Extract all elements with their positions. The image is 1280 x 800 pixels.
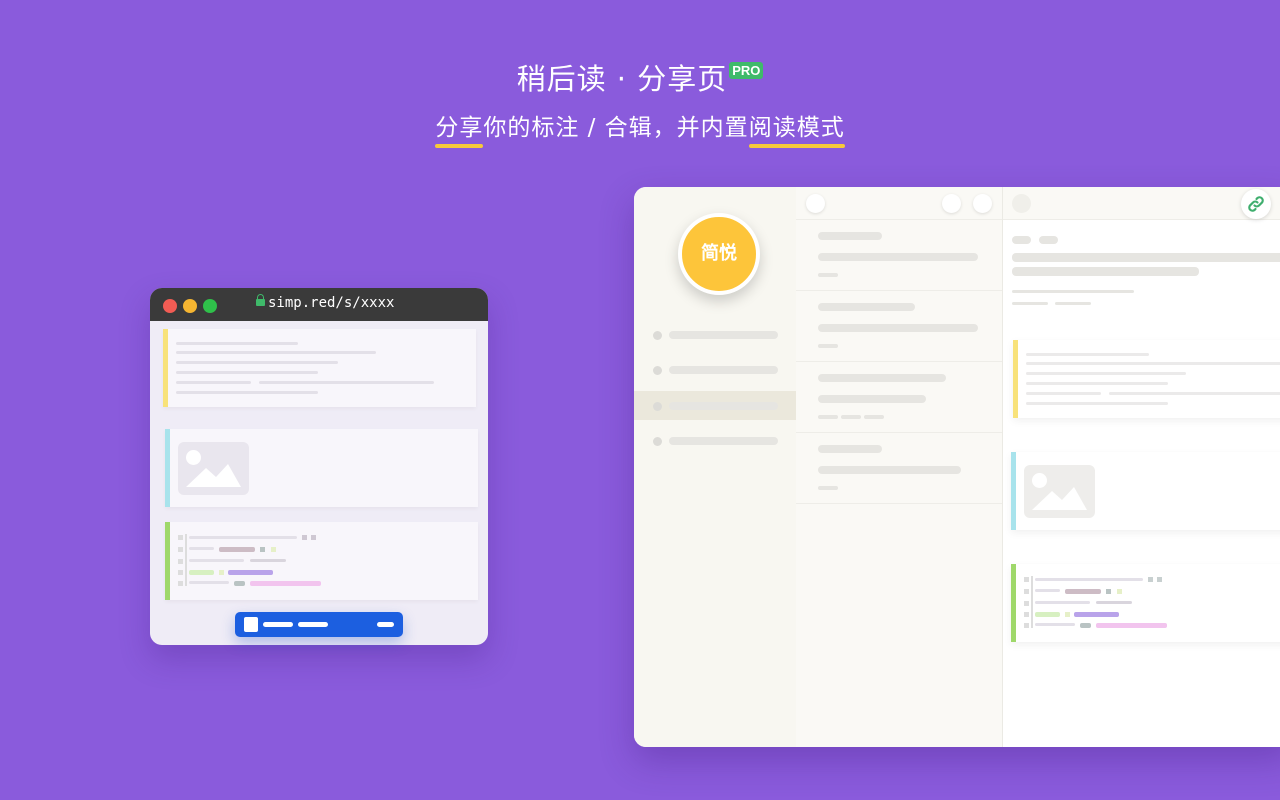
title-text: 稍后读 · 分享页 bbox=[516, 62, 728, 96]
subtitle-reading-mode: 阅读模式 bbox=[748, 115, 845, 141]
minimize-dot-icon bbox=[183, 299, 197, 313]
share-page-browser-mockup: simp.red/s/xxxx bbox=[150, 288, 488, 645]
image-annotation-card bbox=[165, 429, 478, 507]
reader-image-annotation bbox=[1011, 452, 1280, 530]
reader-text-annotation bbox=[1013, 340, 1280, 418]
image-placeholder-icon bbox=[178, 442, 249, 495]
code-annotation-card bbox=[165, 522, 478, 600]
pro-badge: PRO bbox=[729, 62, 764, 79]
subtitle-share: 分享 bbox=[435, 115, 484, 141]
page-title: 稍后读 · 分享页 PRO bbox=[0, 56, 1280, 98]
share-toolbar-icon bbox=[244, 617, 258, 632]
subtitle-middle: 你的标注 / 合辑，并内置 bbox=[483, 115, 749, 141]
app-article-list bbox=[796, 187, 1003, 747]
reading-toolbar bbox=[1003, 187, 1280, 220]
list-toolbar bbox=[796, 187, 1002, 220]
text-annotation-card bbox=[163, 329, 476, 407]
maximize-dot-icon bbox=[203, 299, 217, 313]
list-filter-icon[interactable] bbox=[942, 194, 961, 213]
close-dot-icon bbox=[163, 299, 177, 313]
page-subtitle: 分享你的标注 / 合辑，并内置阅读模式 bbox=[0, 108, 1280, 142]
reading-back-icon[interactable] bbox=[1012, 194, 1031, 213]
list-menu-icon[interactable] bbox=[806, 194, 825, 213]
list-search-icon[interactable] bbox=[973, 194, 992, 213]
list-item[interactable] bbox=[796, 291, 1002, 362]
url-text: simp.red/s/xxxx bbox=[268, 295, 395, 311]
share-toolbar[interactable] bbox=[235, 612, 403, 637]
list-item[interactable] bbox=[796, 433, 1002, 504]
lock-icon bbox=[256, 294, 265, 306]
list-item[interactable] bbox=[796, 362, 1002, 433]
browser-title-bar: simp.red/s/xxxx bbox=[150, 288, 488, 321]
image-placeholder-icon bbox=[1024, 465, 1095, 518]
share-link-button[interactable] bbox=[1241, 189, 1271, 219]
list-item[interactable] bbox=[796, 220, 1002, 291]
app-reading-pane bbox=[1003, 187, 1280, 747]
address-bar: simp.red/s/xxxx bbox=[256, 294, 395, 311]
reader-code-annotation bbox=[1011, 564, 1280, 642]
simpread-logo: 简悦 bbox=[678, 213, 760, 295]
link-icon bbox=[1248, 196, 1264, 212]
